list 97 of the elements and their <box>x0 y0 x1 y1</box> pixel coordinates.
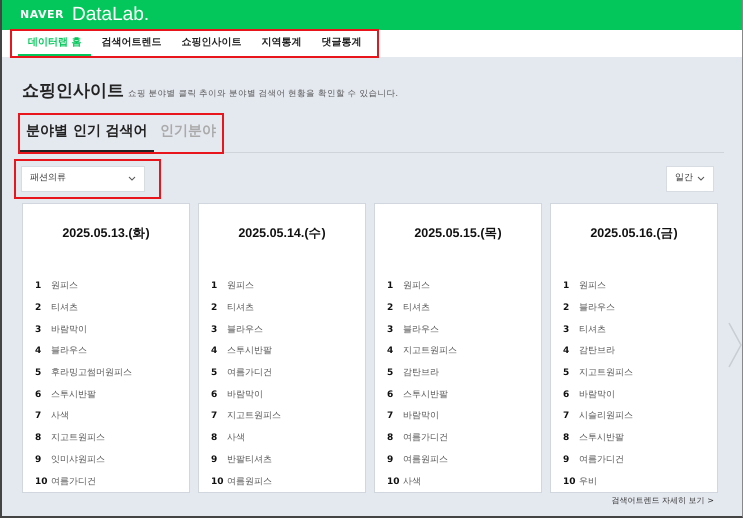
rank-number: 1 <box>211 280 218 294</box>
keyword-link[interactable]: 스투시반팔 <box>51 388 96 402</box>
rank-number: 3 <box>35 324 42 337</box>
rank-number: 9 <box>211 454 218 467</box>
period-dropdown[interactable]: 일간 <box>666 166 714 192</box>
keyword-link[interactable]: 스투시반팔 <box>403 388 448 402</box>
rank-number: 2 <box>211 302 218 316</box>
keyword-link[interactable]: 블라우스 <box>403 324 439 338</box>
page-subtitle: 쇼핑 분야별 클릭 추이와 분야별 검색어 현황을 확인할 수 있습니다. <box>128 88 398 101</box>
rank-number: 10 <box>211 476 223 489</box>
chevron-down-icon <box>128 176 136 181</box>
rank-number: 1 <box>563 280 570 294</box>
keyword-link[interactable]: 여름원피스 <box>227 476 272 490</box>
rank-number: 6 <box>35 388 42 402</box>
nav-tab[interactable]: 지역통계 <box>251 31 312 56</box>
category-dropdown[interactable]: 패션의류 <box>21 166 145 192</box>
card-date: 2025.05.15.(목) <box>413 224 503 242</box>
rank-number: 10 <box>35 476 47 489</box>
rank-number: 3 <box>387 324 394 337</box>
rank-number: 5 <box>387 367 394 380</box>
keyword-link[interactable]: 바람막이 <box>51 324 87 338</box>
keyword-link[interactable]: 여름가디건 <box>403 432 448 446</box>
keyword-link[interactable]: 블라우스 <box>579 302 615 316</box>
rank-number: 3 <box>211 324 218 337</box>
rank-number: 10 <box>387 476 399 489</box>
rank-number: 7 <box>387 410 394 424</box>
section-tab[interactable]: 분야별 인기 검색어 <box>20 116 154 150</box>
keyword-link[interactable]: 티셔츠 <box>579 324 606 338</box>
keyword-link[interactable]: 원피스 <box>51 280 78 294</box>
card-date: 2025.05.13.(화) <box>61 224 151 242</box>
keyword-link[interactable]: 스투시반팔 <box>579 432 624 446</box>
rank-number: 9 <box>563 454 570 467</box>
keyword-link[interactable]: 여름가디건 <box>579 454 624 468</box>
nav-tab[interactable]: 검색어트렌드 <box>91 31 172 56</box>
rank-number: 7 <box>563 410 570 424</box>
rank-number: 4 <box>387 345 394 358</box>
keyword-link[interactable]: 시슬리원피스 <box>579 410 633 424</box>
keyword-link[interactable]: 사색 <box>403 476 421 490</box>
nav-tab[interactable]: 댓글통계 <box>311 31 372 56</box>
keyword-link[interactable]: 바람막이 <box>403 410 439 424</box>
keyword-link[interactable]: 바람막이 <box>579 388 615 402</box>
page-title: 쇼핑인사이트 <box>22 80 124 103</box>
rank-number: 2 <box>387 302 394 316</box>
keyword-link[interactable]: 지고트원피스 <box>51 432 105 446</box>
keyword-link[interactable]: 바람막이 <box>227 388 263 402</box>
rank-number: 3 <box>563 324 570 337</box>
rank-number: 5 <box>211 367 218 380</box>
keyword-link[interactable]: 지고트원피스 <box>403 345 457 359</box>
keyword-link[interactable]: 사색 <box>51 410 69 424</box>
keyword-link[interactable]: 여름원피스 <box>403 454 448 468</box>
keyword-link[interactable]: 원피스 <box>403 280 430 294</box>
keyword-link[interactable]: 티셔츠 <box>227 302 254 316</box>
rank-number: 8 <box>563 432 570 446</box>
rank-number: 1 <box>387 280 394 294</box>
keyword-link[interactable]: 후라밍고썸머원피스 <box>51 367 132 381</box>
keyword-link[interactable]: 원피스 <box>227 280 254 294</box>
rank-number: 8 <box>387 432 394 446</box>
keyword-link[interactable]: 블라우스 <box>227 324 263 338</box>
keyword-link[interactable]: 티셔츠 <box>403 302 430 316</box>
product-title: DataLab. <box>72 2 150 27</box>
rank-number: 10 <box>563 476 575 489</box>
keyword-link[interactable]: 블라우스 <box>51 345 87 359</box>
keyword-link[interactable]: 잇미샤원피스 <box>51 454 105 468</box>
rank-number: 8 <box>35 432 42 446</box>
nav-tab[interactable]: 쇼핑인사이트 <box>171 31 252 56</box>
keyword-link[interactable]: 감탄브라 <box>403 367 439 381</box>
keyword-link[interactable]: 원피스 <box>579 280 606 294</box>
rank-number: 7 <box>211 410 218 424</box>
keyword-link[interactable]: 우비 <box>579 476 597 490</box>
keyword-link[interactable]: 티셔츠 <box>51 302 78 316</box>
rank-number: 6 <box>211 388 218 402</box>
rank-number: 9 <box>35 454 42 467</box>
rank-number: 1 <box>35 280 42 294</box>
keyword-link[interactable]: 지고트원피스 <box>579 367 633 381</box>
rank-number: 4 <box>35 345 42 358</box>
keyword-link[interactable]: 여름가디건 <box>227 367 272 381</box>
card-date: 2025.05.14.(수) <box>237 224 327 242</box>
rank-number: 6 <box>387 388 394 402</box>
rank-number: 5 <box>35 367 42 380</box>
rank-number: 7 <box>35 410 42 424</box>
keyword-link[interactable]: 지고트원피스 <box>227 410 281 424</box>
rank-number: 4 <box>563 345 570 358</box>
rank-number: 6 <box>563 388 570 402</box>
rank-number: 2 <box>35 302 42 316</box>
rank-number: 5 <box>563 367 570 380</box>
keyword-link[interactable]: 감탄브라 <box>579 345 615 359</box>
keyword-link[interactable]: 사색 <box>227 432 245 446</box>
keyword-link[interactable]: 스투시반팔 <box>227 345 272 359</box>
rank-number: 8 <box>211 432 218 446</box>
rank-number: 4 <box>211 345 218 358</box>
card-date: 2025.05.16.(금) <box>589 224 679 242</box>
trend-detail-link[interactable]: 검색어트렌드 자세히 보기 > <box>612 496 714 506</box>
rank-number: 9 <box>387 454 394 467</box>
rank-number: 2 <box>563 302 570 316</box>
keyword-link[interactable]: 반팔티셔츠 <box>227 454 272 468</box>
keyword-link[interactable]: 여름가디건 <box>51 476 96 490</box>
chevron-down-icon <box>697 176 705 181</box>
